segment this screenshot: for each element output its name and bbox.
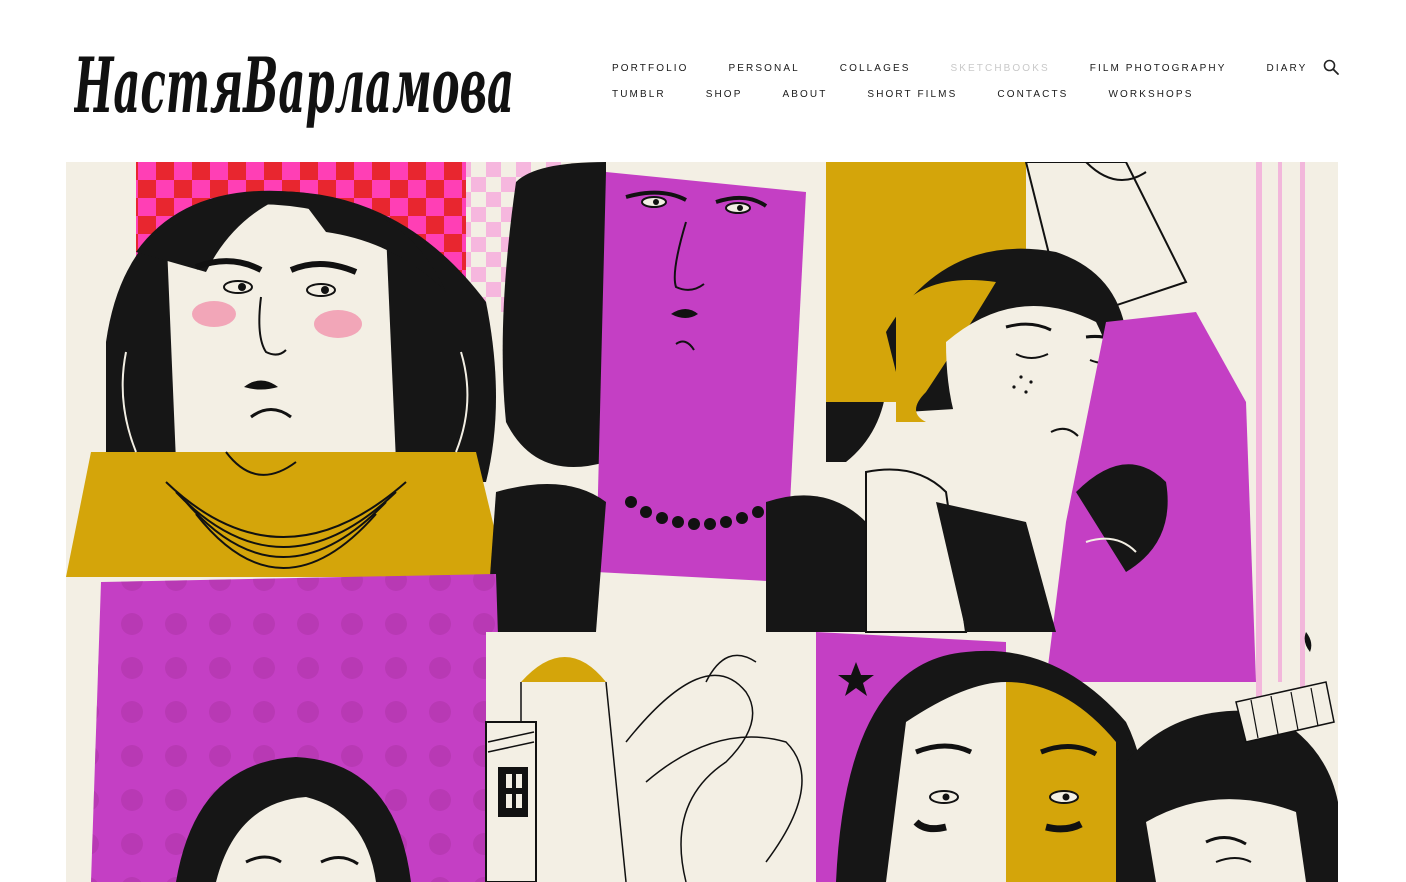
nav-item-sketchbooks[interactable]: SKETCHBOOKS — [951, 58, 1050, 80]
nav-item-diary[interactable]: DIARY — [1267, 58, 1308, 80]
nav-row-2: TUMBLR SHOP ABOUT SHORT FILMS CONTACTS W… — [612, 82, 1312, 108]
nav-item-film-photography[interactable]: FILM PHOTOGRAPHY — [1090, 58, 1227, 80]
search-button[interactable] — [1322, 58, 1340, 76]
nav-item-portfolio[interactable]: PORTFOLIO — [612, 58, 689, 80]
logo-text: НастяВарламова — [74, 41, 514, 130]
nav-row-1: PORTFOLIO PERSONAL COLLAGES SKETCHBOOKS … — [612, 56, 1312, 82]
nav-item-about[interactable]: ABOUT — [782, 84, 827, 106]
nav-item-tumblr[interactable]: TUMBLR — [612, 84, 666, 106]
logo-handwriting: НастяВарламова — [74, 41, 514, 130]
nav-item-collages[interactable]: COLLAGES — [840, 58, 911, 80]
figure-bottom-left — [91, 574, 506, 882]
search-icon — [1323, 59, 1339, 75]
nav-item-short-films[interactable]: SHORT FILMS — [867, 84, 957, 106]
site-logo[interactable]: НастяВарламова — [74, 24, 518, 134]
nav-item-shop[interactable]: SHOP — [706, 84, 743, 106]
main-navigation: PORTFOLIO PERSONAL COLLAGES SKETCHBOOKS … — [612, 56, 1312, 108]
figure-bottom-center — [485, 632, 846, 882]
hero-artwork — [66, 162, 1338, 882]
nav-item-contacts[interactable]: CONTACTS — [997, 84, 1068, 106]
nav-item-workshops[interactable]: WORKSHOPS — [1108, 84, 1193, 106]
collage-illustration — [66, 162, 1338, 882]
nav-item-personal[interactable]: PERSONAL — [729, 58, 800, 80]
